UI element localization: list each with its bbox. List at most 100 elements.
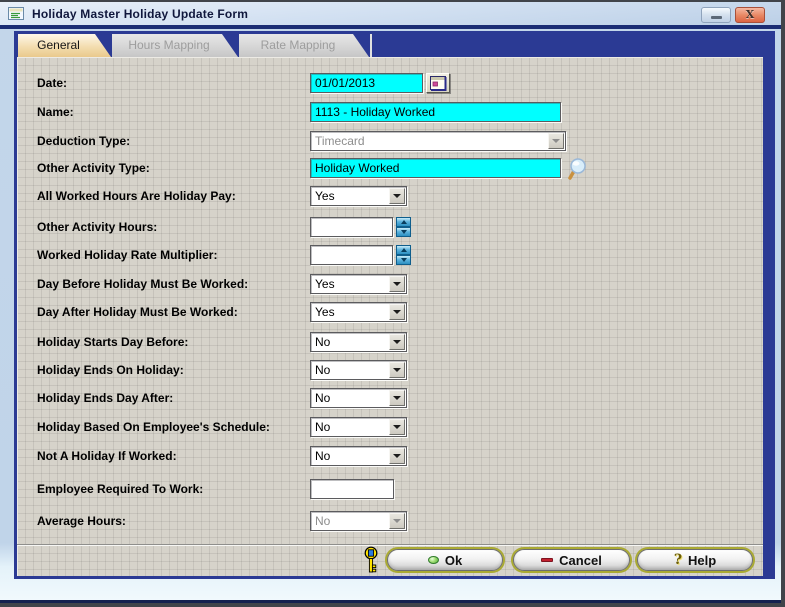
field-label: Name: <box>37 105 74 119</box>
tab-strip-divider <box>370 34 372 57</box>
chevron-down-icon[interactable] <box>389 390 405 406</box>
spinner-up-icon[interactable] <box>396 245 411 255</box>
spinner-down-icon[interactable] <box>396 255 411 265</box>
chevron-down-icon <box>389 513 405 529</box>
date-value: 01/01/2013 <box>315 76 376 90</box>
ok-icon <box>427 556 439 564</box>
close-icon: X <box>745 8 755 21</box>
field-label: Worked Holiday Rate Multiplier: <box>37 248 218 262</box>
titlebar-divider <box>0 25 781 29</box>
name-value: 1113 - Holiday Worked <box>315 105 436 119</box>
deduction-type-select: Timecard <box>310 131 566 151</box>
screen: Holiday Master Holiday Update Form X Gen… <box>0 0 785 607</box>
chevron-down-icon <box>548 133 564 149</box>
cancel-button[interactable]: Cancel <box>513 549 630 571</box>
other-activity-type-value: Holiday Worked <box>315 161 400 175</box>
minimize-button[interactable] <box>701 7 731 23</box>
field-row-day-after-worked: Day After Holiday Must Be Worked: Yes <box>17 302 763 322</box>
field-label: Holiday Based On Employee's Schedule: <box>37 420 270 434</box>
window-bottom-edge <box>0 600 781 603</box>
field-row-based-on-schedule: Holiday Based On Employee's Schedule: No <box>17 417 763 437</box>
field-row-starts-day-before: Holiday Starts Day Before: No <box>17 332 763 352</box>
ends-day-after-select[interactable]: No <box>310 388 407 408</box>
field-label: Holiday Ends On Holiday: <box>37 363 184 377</box>
field-row-other-activity-hours: Other Activity Hours: <box>17 217 763 237</box>
calendar-button[interactable] <box>426 73 450 93</box>
field-row-ends-day-after: Holiday Ends Day After: No <box>17 388 763 408</box>
date-input[interactable]: 01/01/2013 <box>310 73 423 93</box>
content-frame: General Hours Mapping Rate Mapping Date:… <box>14 31 775 579</box>
tab-label: Rate Mapping <box>260 38 336 52</box>
not-holiday-if-worked-select[interactable]: No <box>310 446 407 466</box>
ok-button[interactable]: Ok <box>387 549 503 571</box>
cancel-icon <box>541 558 554 562</box>
spinner-down-icon[interactable] <box>396 227 411 237</box>
chevron-down-icon[interactable] <box>389 334 405 350</box>
field-row-name: Name: 1113 - Holiday Worked <box>17 102 763 122</box>
average-hours-select: No <box>310 511 407 531</box>
form-panel: Date: 01/01/2013 Name: 1113 - Holiday Wo… <box>17 57 763 576</box>
tab-rate-mapping: Rate Mapping <box>239 34 369 57</box>
employee-required-value <box>311 480 393 482</box>
key-icon <box>363 546 379 579</box>
field-label: Other Activity Hours: <box>37 220 158 234</box>
all-worked-hours-select[interactable]: Yes <box>310 186 407 206</box>
form-icon <box>8 7 24 20</box>
starts-day-before-select[interactable]: No <box>310 332 407 352</box>
tab-label: Hours Mapping <box>128 38 210 52</box>
chevron-down-icon[interactable] <box>389 188 405 204</box>
field-label: Day Before Holiday Must Be Worked: <box>37 277 249 291</box>
chevron-down-icon[interactable] <box>389 448 405 464</box>
field-row-employee-required: Employee Required To Work: <box>17 479 763 499</box>
day-before-worked-select[interactable]: Yes <box>310 274 407 294</box>
rate-multiplier-spinner <box>396 245 411 266</box>
field-row-average-hours: Average Hours: No <box>17 511 763 531</box>
field-label: Not A Holiday If Worked: <box>37 449 177 463</box>
other-activity-hours-spinner <box>396 217 411 238</box>
tab-hours-mapping: Hours Mapping <box>112 34 238 57</box>
tab-label: General <box>37 38 80 52</box>
dialog-window: Holiday Master Holiday Update Form X Gen… <box>0 2 781 603</box>
field-label: Other Activity Type: <box>37 161 150 175</box>
ends-on-holiday-select[interactable]: No <box>310 360 407 380</box>
day-after-worked-select[interactable]: Yes <box>310 302 407 322</box>
field-row-ends-on-holiday: Holiday Ends On Holiday: No <box>17 360 763 380</box>
window-title: Holiday Master Holiday Update Form <box>32 6 249 21</box>
lookup-button[interactable] <box>565 157 589 181</box>
ok-label: Ok <box>444 552 463 568</box>
field-label: Employee Required To Work: <box>37 482 204 496</box>
field-label: Date: <box>37 76 68 90</box>
field-label: Holiday Ends Day After: <box>37 391 174 405</box>
name-input[interactable]: 1113 - Holiday Worked <box>310 102 561 122</box>
cancel-label: Cancel <box>559 552 602 568</box>
spinner-up-icon[interactable] <box>396 217 411 227</box>
field-row-date: Date: 01/01/2013 <box>17 73 763 93</box>
close-button[interactable]: X <box>735 7 765 23</box>
help-button[interactable]: ? Help <box>637 549 753 571</box>
field-row-rate-multiplier: Worked Holiday Rate Multiplier: <box>17 245 763 265</box>
field-label: Holiday Starts Day Before: <box>37 335 189 349</box>
chevron-down-icon[interactable] <box>389 362 405 378</box>
field-row-all-worked-hours: All Worked Hours Are Holiday Pay: Yes <box>17 186 763 206</box>
field-row-day-before-worked: Day Before Holiday Must Be Worked: Yes <box>17 274 763 294</box>
employee-required-input[interactable] <box>310 479 394 499</box>
title-bar: Holiday Master Holiday Update Form <box>0 2 781 25</box>
field-row-deduction-type: Deduction Type: Timecard <box>17 131 763 151</box>
field-label: All Worked Hours Are Holiday Pay: <box>37 189 236 203</box>
minimize-icon <box>710 16 722 19</box>
selected-value: Timecard <box>315 134 365 148</box>
chevron-down-icon[interactable] <box>389 304 405 320</box>
help-label: Help <box>688 552 717 568</box>
other-activity-hours-value <box>311 218 392 220</box>
field-row-other-activity-type: Other Activity Type: Holiday Worked <box>17 157 763 181</box>
based-on-schedule-select[interactable]: No <box>310 417 407 437</box>
other-activity-hours-input[interactable] <box>310 217 393 237</box>
other-activity-type-input[interactable]: Holiday Worked <box>310 158 561 178</box>
field-label: Day After Holiday Must Be Worked: <box>37 305 238 319</box>
tab-general[interactable]: General <box>18 34 111 57</box>
rate-multiplier-input[interactable] <box>310 245 393 265</box>
calendar-icon <box>429 75 446 91</box>
chevron-down-icon[interactable] <box>389 276 405 292</box>
chevron-down-icon[interactable] <box>389 419 405 435</box>
rate-multiplier-value <box>311 246 392 248</box>
